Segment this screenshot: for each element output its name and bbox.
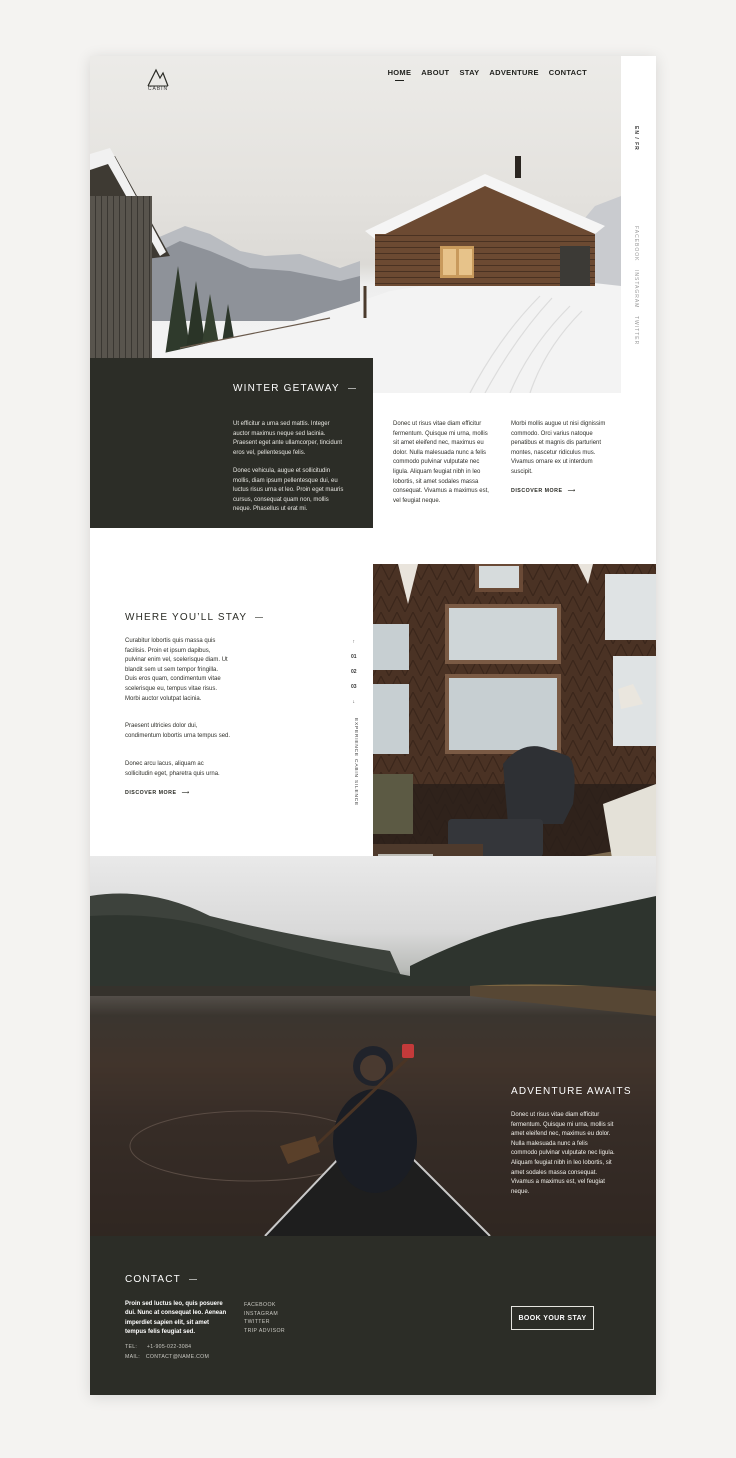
arrow-right-icon: ⟶ bbox=[567, 488, 576, 494]
winter-column-3: Morbi mollis augue ut nisi dignissim com… bbox=[511, 421, 606, 475]
discover-label: DISCOVER MORE bbox=[125, 790, 177, 796]
adventure-paragraph: Donec ut risus vitae diam efficitur ferm… bbox=[511, 1112, 615, 1195]
title-dash bbox=[347, 388, 356, 389]
winter-getaway-title: WINTER GETAWAY bbox=[233, 383, 356, 394]
contact-title-text: CONTACT bbox=[125, 1274, 181, 1285]
pager-item-02[interactable]: 02 bbox=[351, 669, 357, 675]
footer-facebook-link[interactable]: FACEBOOK bbox=[244, 1302, 285, 1308]
title-dash bbox=[255, 617, 264, 618]
book-your-stay-button[interactable]: BOOK YOUR STAY bbox=[511, 1306, 594, 1330]
contact-mail: MAIL: CONTACT@NAME.COM bbox=[125, 1353, 209, 1363]
contact-tel: TEL: +1-905-022-3084 bbox=[125, 1343, 191, 1353]
mail-label: MAIL: bbox=[125, 1354, 141, 1360]
mail-value[interactable]: CONTACT@NAME.COM bbox=[146, 1354, 209, 1360]
nav-home[interactable]: HOME bbox=[388, 68, 412, 81]
stay-paragraph-1: Curabitur lobortis quis massa quis facil… bbox=[125, 638, 228, 702]
tel-label: TEL: bbox=[125, 1344, 138, 1350]
nav-adventure[interactable]: ADVENTURE bbox=[489, 68, 538, 81]
nav-stay[interactable]: STAY bbox=[459, 68, 479, 81]
arrow-up-icon[interactable]: ↑ bbox=[353, 639, 356, 645]
social-facebook-link[interactable]: FACEBOOK bbox=[633, 226, 639, 262]
cabin-interior-image bbox=[373, 564, 656, 900]
footer-tripadvisor-link[interactable]: TRIP ADVISOR bbox=[244, 1328, 285, 1334]
page-card: CABIN HOME ABOUT STAY ADVENTURE CONTACT … bbox=[90, 56, 656, 1395]
adventure-title-text: ADVENTURE AWAITS bbox=[511, 1086, 632, 1097]
winter-paragraph-1: Ut efficitur a urna sed mattis. Integer … bbox=[233, 421, 343, 456]
winter-title-text: WINTER GETAWAY bbox=[233, 383, 340, 394]
main-nav: HOME ABOUT STAY ADVENTURE CONTACT bbox=[388, 68, 587, 81]
pager-item-01[interactable]: 01 bbox=[351, 654, 357, 660]
nav-contact[interactable]: CONTACT bbox=[549, 68, 587, 81]
footer-twitter-link[interactable]: TWITTER bbox=[244, 1319, 285, 1325]
social-twitter-link[interactable]: TWITTER bbox=[633, 316, 639, 345]
adventure-title: ADVENTURE AWAITS bbox=[511, 1086, 632, 1097]
stay-title: WHERE YOU’LL STAY bbox=[125, 612, 264, 623]
winter-column-2: Donec ut risus vitae diam efficitur ferm… bbox=[393, 421, 489, 504]
hero-image: CABIN HOME ABOUT STAY ADVENTURE CONTACT bbox=[90, 56, 621, 393]
stay-title-text: WHERE YOU’LL STAY bbox=[125, 612, 248, 623]
stay-paragraph-2: Praesent ultricies dolor dui, condimentu… bbox=[125, 723, 231, 739]
social-vertical-links: FACEBOOK INSTAGRAM TWITTER bbox=[633, 226, 639, 345]
footer-instagram-link[interactable]: INSTAGRAM bbox=[244, 1311, 285, 1317]
contact-title: CONTACT bbox=[125, 1274, 197, 1285]
nav-about[interactable]: ABOUT bbox=[421, 68, 449, 81]
stay-discover-more-link[interactable]: DISCOVER MORE ⟶ bbox=[125, 790, 190, 796]
logo-text: CABIN bbox=[147, 86, 169, 92]
language-switch[interactable]: EN / FR bbox=[633, 126, 639, 151]
slide-pager: ↑ 01 02 03 ↓ bbox=[351, 639, 357, 705]
discover-label: DISCOVER MORE bbox=[511, 488, 563, 494]
footer-social-links: FACEBOOK INSTAGRAM TWITTER TRIP ADVISOR bbox=[244, 1302, 285, 1334]
stay-paragraph-3: Donec arcu lacus, aliquam ac sollicitudi… bbox=[125, 761, 220, 777]
winter-paragraph-2: Donec vehicula, augue et sollicitudin mo… bbox=[233, 468, 344, 513]
arrow-right-icon: ⟶ bbox=[181, 790, 190, 796]
title-dash bbox=[189, 1279, 197, 1280]
tel-value[interactable]: +1-905-022-3084 bbox=[147, 1344, 191, 1350]
experience-vertical-label: EXPERIENCE CABIN SILENCE bbox=[353, 718, 358, 806]
winter-discover-more-link[interactable]: DISCOVER MORE ⟶ bbox=[511, 488, 576, 494]
arrow-down-icon[interactable]: ↓ bbox=[353, 699, 356, 705]
social-instagram-link[interactable]: INSTAGRAM bbox=[633, 270, 639, 308]
contact-paragraph: Proin sed luctus leo, quis posuere dui. … bbox=[125, 1301, 227, 1336]
pager-item-03[interactable]: 03 bbox=[351, 684, 357, 690]
